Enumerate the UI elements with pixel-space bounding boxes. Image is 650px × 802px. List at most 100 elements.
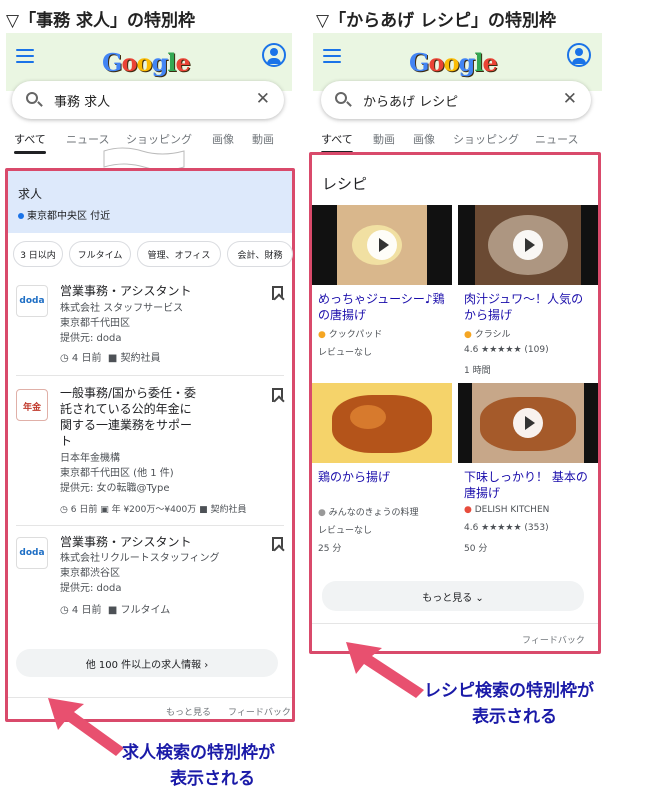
jobs-card-header bbox=[8, 171, 292, 233]
recipe-title-line: の唐揚げ bbox=[318, 308, 367, 322]
play-icon[interactable] bbox=[513, 230, 543, 260]
job-title-line: 託されている公的年金に bbox=[60, 402, 192, 416]
more-recipes-button[interactable]: もっと見る ⌄ bbox=[322, 581, 584, 611]
tab-all[interactable]: すべて bbox=[321, 131, 353, 154]
menu-icon[interactable] bbox=[16, 49, 34, 63]
bookmark-icon[interactable] bbox=[272, 388, 283, 402]
account-icon[interactable] bbox=[567, 43, 591, 67]
jobs-card-title: 求人 bbox=[18, 187, 43, 201]
recipe-thumbnail[interactable] bbox=[458, 205, 598, 285]
job-logo-doda: doda bbox=[16, 285, 48, 317]
job-tags: ◷ 6 日前 ▣ 年 ¥200万～¥400万 ■ 契約社員 bbox=[60, 503, 247, 518]
job-via: 提供元: doda bbox=[60, 333, 122, 344]
recipe-title-line: 肉汁ジュワ～！人気の bbox=[464, 292, 584, 306]
tab-news[interactable]: ニュース bbox=[535, 131, 578, 147]
recipe-thumbnail[interactable] bbox=[458, 383, 598, 463]
right-callout-line2: 表示される bbox=[472, 707, 557, 727]
recipe-source: ● みんなのきょうの料理 bbox=[318, 505, 418, 518]
tab-shopping[interactable]: ショッピング bbox=[453, 131, 519, 147]
tab-all[interactable]: すべて bbox=[14, 131, 46, 154]
recipe-title[interactable]: めっちゃジューシー♪鶏 の唐揚げ bbox=[318, 291, 445, 323]
search-box[interactable]: からあげ レシピ ✕ bbox=[321, 81, 591, 119]
tab-images[interactable]: 画像 bbox=[413, 131, 435, 147]
recipe-time: 50 分 bbox=[464, 544, 488, 554]
jobs-location[interactable]: 東京都中央区 付近 bbox=[18, 207, 110, 222]
more-jobs-button[interactable]: 他 100 件以上の求人情報 › bbox=[16, 649, 278, 677]
job-place: 東京都渋谷区 bbox=[60, 568, 120, 579]
recipe-title[interactable]: 肉汁ジュワ～！人気の から揚げ bbox=[464, 291, 583, 323]
job-type: 契約社員 bbox=[210, 505, 247, 515]
recipe-title-line: めっちゃジューシー♪鶏 bbox=[318, 292, 445, 306]
show-more-link[interactable]: もっと見る bbox=[166, 705, 211, 718]
clear-icon[interactable]: ✕ bbox=[256, 89, 270, 109]
location-dot-icon bbox=[18, 213, 24, 219]
job-title[interactable]: 一般事務/国から委任・委 託されている公的年金に 関する一連業務をサポー ト bbox=[60, 385, 196, 449]
recipe-source-name: みんなのきょうの料理 bbox=[328, 508, 419, 518]
feedback-link[interactable]: フィードバック bbox=[522, 633, 585, 646]
left-callout-line2: 表示される bbox=[170, 769, 255, 789]
google-logo[interactable]: Google bbox=[409, 37, 498, 77]
feedback-link[interactable]: フィードバック bbox=[228, 705, 291, 718]
recipe-source-name: クラシル bbox=[474, 330, 511, 340]
clock-icon: ◷ bbox=[60, 353, 69, 364]
play-icon[interactable] bbox=[513, 408, 543, 438]
recipe-source: ● クックパッド bbox=[318, 327, 382, 340]
chip-3days[interactable]: 3 日以内 bbox=[13, 241, 63, 267]
source-logo-icon: ● bbox=[464, 330, 472, 340]
recipe-title-line: 鶏のから揚げ bbox=[318, 470, 391, 484]
recipe-card-title: レシピ bbox=[322, 175, 368, 193]
left-arrow bbox=[48, 698, 124, 756]
food-shape bbox=[350, 405, 386, 429]
job-title[interactable]: 営業事務・アシスタント bbox=[60, 283, 192, 299]
recipe-title-line: 唐揚げ bbox=[464, 486, 501, 500]
tab-video[interactable]: 動画 bbox=[373, 131, 395, 147]
bookmark-icon[interactable] bbox=[272, 286, 283, 300]
menu-icon[interactable] bbox=[323, 49, 341, 63]
chip-accounting[interactable]: 会計、財務 bbox=[227, 241, 293, 267]
salary-icon: ▣ bbox=[100, 505, 109, 515]
clear-icon[interactable]: ✕ bbox=[563, 89, 577, 109]
recipe-rating: 4.6 ★★★★★ (353) bbox=[464, 523, 549, 533]
job-title-line: 関する一連業務をサポー bbox=[60, 418, 193, 432]
search-query[interactable]: からあげ レシピ bbox=[363, 91, 458, 110]
job-title-line: 一般事務/国から委任・委 bbox=[60, 386, 197, 400]
job-age: 6 日前 bbox=[70, 505, 98, 515]
recipe-thumbnail[interactable] bbox=[312, 383, 452, 463]
tab-images[interactable]: 画像 bbox=[212, 131, 234, 147]
chip-office[interactable]: 管理、オフィス bbox=[137, 241, 221, 267]
divider bbox=[312, 623, 598, 624]
job-logo-doda: doda bbox=[16, 537, 48, 569]
search-query[interactable]: 事務 求人 bbox=[54, 91, 110, 110]
account-icon[interactable] bbox=[262, 43, 286, 67]
left-callout: 求人検索の特別枠が 表示される bbox=[122, 740, 275, 792]
recipe-thumbnail[interactable] bbox=[312, 205, 452, 285]
left-heading: ▽「事務 求人」の特別枠 bbox=[6, 11, 195, 31]
google-logo[interactable]: Google bbox=[102, 37, 191, 77]
jobs-card-frame: 求人 東京都中央区 付近 3 日以内 フルタイム 管理、オフィス 会計、財務 d… bbox=[5, 168, 295, 722]
divider bbox=[16, 375, 284, 376]
briefcase-icon: ■ bbox=[107, 353, 118, 364]
job-via: 提供元: doda bbox=[60, 583, 122, 594]
recipe-rating: 4.6 ★★★★★ (109) bbox=[464, 345, 549, 355]
job-age: 4 日前 bbox=[71, 353, 102, 364]
chip-fulltime[interactable]: フルタイム bbox=[69, 241, 131, 267]
clock-icon: ◷ bbox=[60, 605, 69, 616]
bookmark-icon[interactable] bbox=[272, 537, 283, 551]
recipe-source-name: クックパッド bbox=[328, 330, 383, 340]
recipe-title[interactable]: 鶏のから揚げ bbox=[318, 469, 390, 485]
job-logo-nenkin: 年金 bbox=[16, 389, 48, 421]
recipe-title[interactable]: 下味しっかり！ 基本の 唐揚げ bbox=[464, 469, 588, 501]
job-via: 提供元: 女の転職@Type bbox=[60, 483, 170, 494]
recipe-source: ● DELISH KITCHEN bbox=[464, 505, 549, 515]
recipe-source: ● クラシル bbox=[464, 327, 511, 340]
tab-video[interactable]: 動画 bbox=[252, 131, 274, 147]
search-box[interactable]: 事務 求人 ✕ bbox=[12, 81, 284, 119]
job-type: 契約社員 bbox=[120, 353, 161, 364]
source-logo-icon: ● bbox=[318, 330, 326, 340]
play-icon[interactable] bbox=[367, 230, 397, 260]
jobs-location-text: 東京都中央区 付近 bbox=[27, 211, 111, 222]
right-callout: レシピ検索の特別枠が 表示される bbox=[424, 678, 594, 730]
recipe-title-line: 下味しっかり！ 基本の bbox=[464, 470, 588, 484]
briefcase-icon: ■ bbox=[199, 505, 208, 515]
job-title[interactable]: 営業事務・アシスタント bbox=[60, 534, 192, 550]
